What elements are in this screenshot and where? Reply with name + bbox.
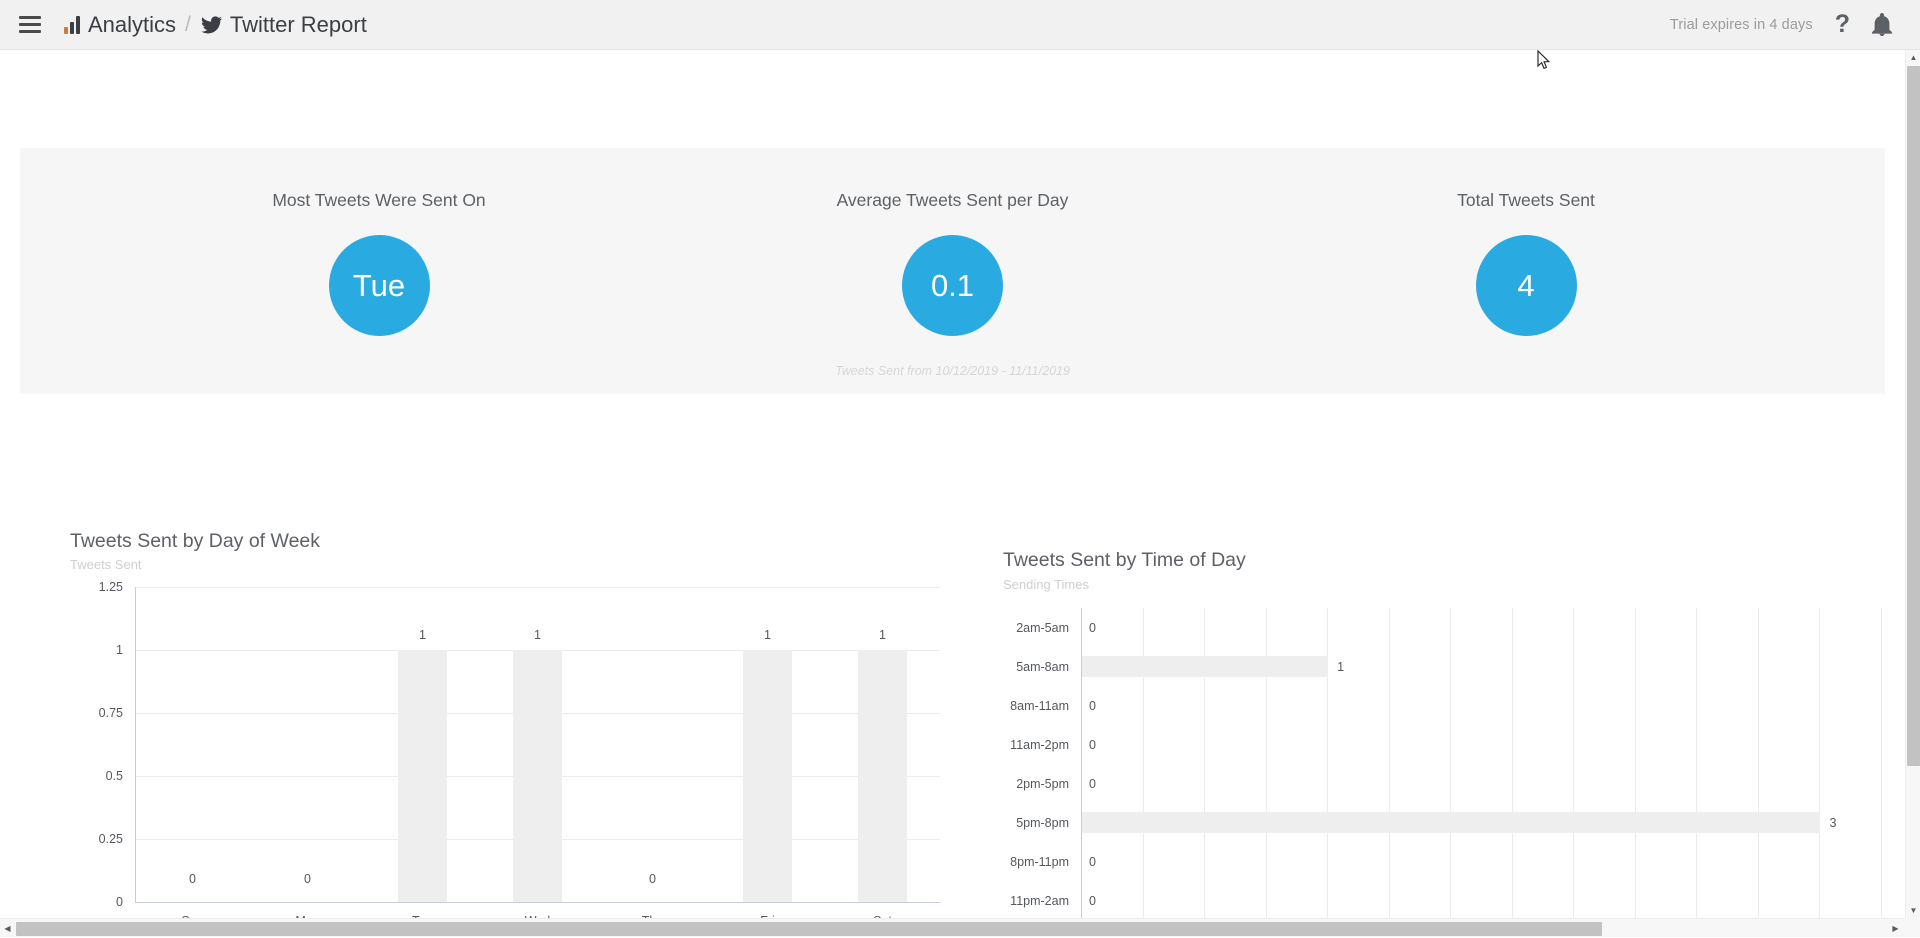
bar-value-label: 0 <box>1089 699 1096 713</box>
kpi-value-bubble: 4 <box>1476 235 1577 336</box>
gridline-vertical <box>1512 608 1513 918</box>
kpi-title: Most Tweets Were Sent On <box>272 190 485 211</box>
gridline-vertical <box>1204 608 1205 918</box>
gridline-vertical <box>1143 608 1144 918</box>
y-axis-tick-label: 0.25 <box>99 832 123 846</box>
gridline-vertical <box>1758 608 1759 918</box>
bar-value-label: 0 <box>304 872 311 886</box>
chart-title-day-of-week: Tweets Sent by Day of Week <box>70 530 320 553</box>
bar-value-label: 1 <box>879 628 886 642</box>
bar-5am-8am[interactable] <box>1082 656 1328 676</box>
chart-subtitle-day-of-week: Tweets Sent <box>70 557 142 572</box>
bar-value-label: 0 <box>1089 894 1096 908</box>
kpi-title: Average Tweets Sent per Day <box>837 190 1069 211</box>
chart-plot-time-of-day: 00.250.50.7511.251.51.7522.252.52.7533.2… <box>1081 608 1881 918</box>
gridline-vertical <box>1266 608 1267 918</box>
breadcrumb-item-analytics[interactable]: Analytics <box>64 12 176 38</box>
kpi-date-range-caption: Tweets Sent from 10/12/2019 - 11/11/2019 <box>835 364 1070 378</box>
bar-value-label: 0 <box>1089 777 1096 791</box>
breadcrumb-twitter-report-label: Twitter Report <box>230 12 367 38</box>
app-header: Analytics / Twitter Report Trial expires… <box>0 0 1920 50</box>
bar-wed[interactable] <box>513 650 561 902</box>
y-axis-tick-label: 5pm-8pm <box>1016 816 1069 830</box>
kpi-card-most-tweets-day: Most Tweets Were Sent On Tue <box>20 148 738 394</box>
y-axis-tick-label: 8am-11am <box>1010 699 1069 713</box>
bar-5pm-8pm[interactable] <box>1082 812 1820 832</box>
vertical-scrollbar-thumb[interactable] <box>1907 66 1920 766</box>
chart-title-time-of-day: Tweets Sent by Time of Day <box>1003 549 1246 572</box>
kpi-card-total-tweets-sent: Total Tweets Sent 4 <box>1167 148 1885 394</box>
gridline-vertical <box>1696 608 1697 918</box>
y-axis-line <box>135 587 136 902</box>
breadcrumb-analytics-label: Analytics <box>88 12 176 38</box>
y-axis-tick-label: 5am-8am <box>1016 660 1069 674</box>
trial-notice: Trial expires in 4 days <box>1670 17 1813 33</box>
header-actions: Trial expires in 4 days ? <box>1670 12 1920 37</box>
scroll-down-arrow-icon[interactable]: ▼ <box>1906 903 1920 918</box>
bar-value-label: 3 <box>1829 816 1836 830</box>
y-axis-line <box>1081 608 1082 918</box>
hamburger-bar <box>19 30 41 33</box>
y-axis-tick-label: 11am-2pm <box>1010 738 1069 752</box>
gridline-vertical <box>1635 608 1636 918</box>
report-content: Most Tweets Were Sent On Tue Average Twe… <box>0 50 1905 918</box>
gridline-vertical <box>1819 608 1820 918</box>
kpi-title: Total Tweets Sent <box>1457 190 1595 211</box>
bar-value-label: 0 <box>649 872 656 886</box>
gridline-vertical <box>1450 608 1451 918</box>
twitter-bird-icon <box>200 15 222 34</box>
gridline-vertical <box>1573 608 1574 918</box>
y-axis-tick-label: 0 <box>116 895 123 909</box>
y-axis-tick-label: 1.25 <box>99 580 123 594</box>
hamburger-bar <box>19 16 41 19</box>
vertical-scrollbar[interactable]: ▲ ▼ <box>1905 50 1920 918</box>
bar-value-label: 0 <box>189 872 196 886</box>
scroll-right-arrow-icon[interactable]: ▶ <box>1888 919 1903 938</box>
kpi-card-average-tweets-per-day: Average Tweets Sent per Day 0.1 Tweets S… <box>738 148 1167 394</box>
horizontal-scrollbar-thumb[interactable] <box>16 922 1602 936</box>
gridline-vertical <box>1327 608 1328 918</box>
help-icon[interactable]: ? <box>1835 12 1850 37</box>
y-axis-tick-label: 8pm-11pm <box>1010 855 1069 869</box>
scroll-left-arrow-icon[interactable]: ◀ <box>0 919 15 938</box>
bar-value-label: 0 <box>1089 855 1096 869</box>
chart-subtitle-time-of-day: Sending Times <box>1003 577 1089 592</box>
y-axis-tick-label: 2am-5am <box>1016 621 1069 635</box>
bar-sat[interactable] <box>858 650 906 902</box>
gridline-vertical <box>1389 608 1390 918</box>
bar-value-label: 1 <box>419 628 426 642</box>
bar-value-label: 1 <box>1337 660 1344 674</box>
page-scroll-viewport: Most Tweets Were Sent On Tue Average Twe… <box>0 50 1905 918</box>
breadcrumb-separator: / <box>185 13 191 37</box>
bar-fri[interactable] <box>743 650 791 902</box>
bar-chart-icon <box>64 16 80 34</box>
x-axis-line <box>135 902 940 903</box>
bell-icon[interactable] <box>1872 13 1892 36</box>
bar-value-label: 0 <box>1089 621 1096 635</box>
y-axis-tick-label: 0.75 <box>99 706 123 720</box>
hamburger-bar <box>19 23 41 26</box>
chart-plot-day-of-week: 00.250.50.7511.250Sun0Mon1Tue1Wed0Thu1Fr… <box>135 587 940 902</box>
scroll-up-arrow-icon[interactable]: ▲ <box>1906 50 1920 65</box>
gridline-horizontal <box>135 587 940 588</box>
summary-stats-panel: Most Tweets Were Sent On Tue Average Twe… <box>20 148 1885 394</box>
bar-tue[interactable] <box>398 650 446 902</box>
kpi-value-bubble: Tue <box>329 235 430 336</box>
y-axis-tick-label: 11pm-2am <box>1010 894 1069 908</box>
y-axis-tick-label: 2pm-5pm <box>1016 777 1069 791</box>
bar-value-label: 1 <box>764 628 771 642</box>
bar-value-label: 1 <box>534 628 541 642</box>
y-axis-tick-label: 0.5 <box>106 769 123 783</box>
y-axis-tick-label: 1 <box>116 643 123 657</box>
breadcrumb-item-twitter-report[interactable]: Twitter Report <box>200 12 367 38</box>
bar-value-label: 0 <box>1089 738 1096 752</box>
horizontal-scrollbar[interactable]: ◀ ▶ <box>0 918 1920 937</box>
kpi-value-bubble: 0.1 <box>902 235 1003 336</box>
scrollbar-corner <box>1903 918 1920 937</box>
gridline-vertical <box>1881 608 1882 918</box>
hamburger-menu-icon[interactable] <box>4 0 56 50</box>
breadcrumb: Analytics / Twitter Report <box>64 12 367 38</box>
